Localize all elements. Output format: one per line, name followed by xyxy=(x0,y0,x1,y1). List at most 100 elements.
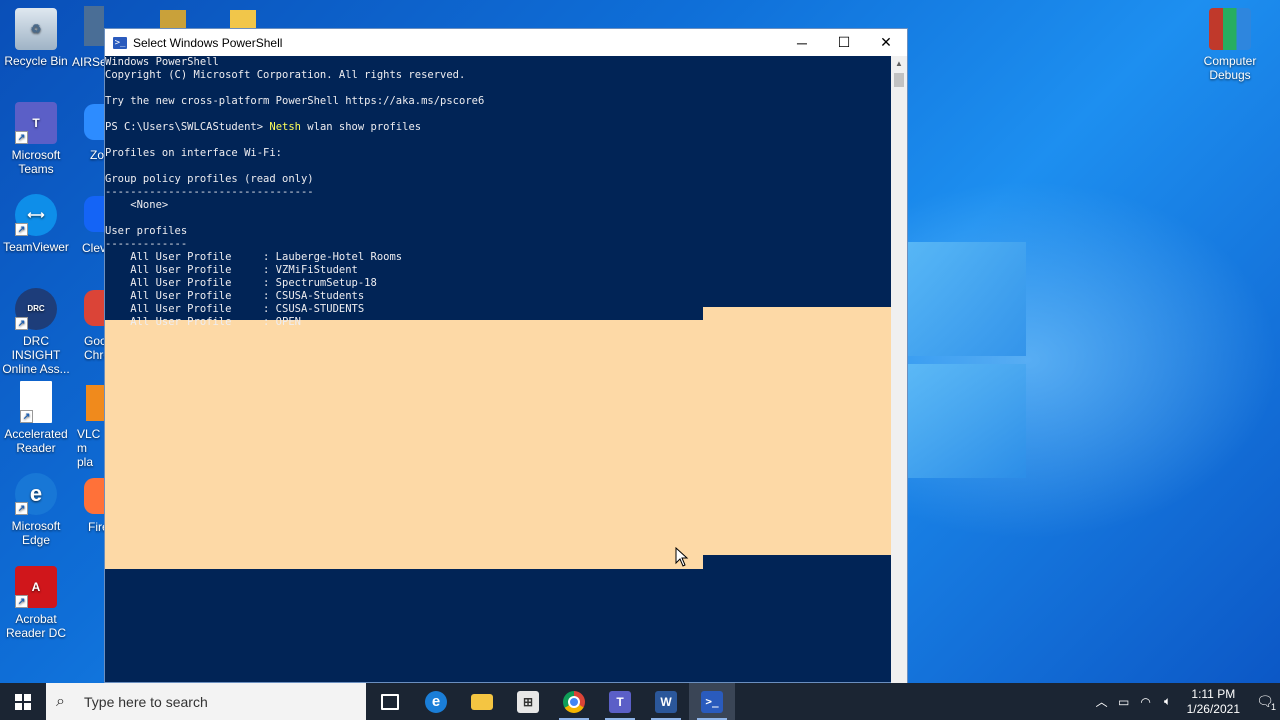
desktop-icon-microsoft-edge[interactable]: e ↗ Microsoft Edge xyxy=(0,473,72,547)
desktop-icon-computer-debugs[interactable]: Computer Debugs xyxy=(1194,8,1266,82)
desktop-icon-microsoft-teams[interactable]: T ↗ Microsoft Teams xyxy=(0,102,72,176)
volume-icon[interactable]: 🔈︎ xyxy=(1157,694,1179,709)
taskbar-file-explorer[interactable] xyxy=(459,683,505,720)
console-line: All User Profile : CSUSA-STUDENTS xyxy=(105,303,365,315)
console-line: All User Profile : OPEN xyxy=(105,316,301,328)
vertical-scrollbar[interactable]: ▲ xyxy=(891,56,907,683)
edge-icon: e ↗ xyxy=(15,473,57,515)
maximize-button[interactable]: ☐ xyxy=(823,29,865,56)
edge-icon: e xyxy=(425,690,447,713)
console-prompt: PS C:\Users\SWLCAStudent> xyxy=(105,121,270,133)
console-line: All User Profile : Lauberge-Hotel Rooms xyxy=(105,251,403,263)
taskbar-clock[interactable]: 1:11 PM 1/26/2021 xyxy=(1187,687,1240,717)
wifi-icon[interactable]: ◠ xyxy=(1135,695,1157,709)
notification-count: 1 xyxy=(1270,702,1276,712)
taskbar-teams[interactable]: T xyxy=(597,683,643,720)
show-hidden-icons-chevron-icon[interactable]: ︿ xyxy=(1091,693,1113,710)
shortcut-arrow-icon: ↗ xyxy=(15,595,28,608)
desktop-icon-label: Acrobat Reader DC xyxy=(5,612,67,640)
search-input[interactable] xyxy=(82,692,356,711)
wallpaper-logo-pane xyxy=(908,242,1026,356)
desktop-icon-zoom-partial[interactable] xyxy=(84,104,104,140)
scrollbar-thumb[interactable] xyxy=(894,73,904,87)
console-line: User profiles xyxy=(105,225,188,237)
desktop-icon-label: TeamViewer xyxy=(3,240,69,254)
desktop-icon-acrobat-reader[interactable]: A ↗ Acrobat Reader DC xyxy=(0,566,72,640)
shortcut-arrow-icon: ↗ xyxy=(15,317,28,330)
shortcut-arrow-icon: ↗ xyxy=(15,131,28,144)
console-output[interactable]: Windows PowerShell Copyright (C) Microsof… xyxy=(105,56,892,683)
document-icon: ↗ xyxy=(20,381,52,423)
action-center-button[interactable]: 🗨︎ 1 xyxy=(1250,693,1280,712)
desktop-icon-label: DRC INSIGHT Online Ass... xyxy=(2,334,70,376)
start-button[interactable] xyxy=(0,683,46,720)
desktop-icon-label: Recycle Bin xyxy=(4,54,68,68)
taskbar-microsoft-store[interactable]: ⊞ xyxy=(505,683,551,720)
shortcut-arrow-icon: ↗ xyxy=(15,223,28,236)
desktop-icon-airsecure-partial[interactable] xyxy=(84,6,104,46)
console-line: --------------------------------- xyxy=(105,186,314,198)
desktop-icon-label: Microsoft Teams xyxy=(11,148,61,176)
taskbar-edge[interactable]: e xyxy=(413,683,459,720)
desktop-icon-firefox-partial[interactable] xyxy=(84,478,104,514)
desktop-icon-clever-partial[interactable] xyxy=(84,196,104,232)
console-line: All User Profile : VZMiFiStudent xyxy=(105,264,358,276)
system-tray: ︿ ▭ ◠ 🔈︎ 1:11 PM 1/26/2021 🗨︎ 1 xyxy=(1091,683,1280,720)
console-line: All User Profile : CSUSA-Students xyxy=(105,290,365,302)
taskbar-powershell[interactable]: >_ xyxy=(689,683,735,720)
desktop-icon-label: Clev xyxy=(82,241,107,255)
desktop-icon-label: Microsoft Edge xyxy=(11,519,61,547)
console-line: Try the new cross-platform PowerShell ht… xyxy=(105,95,485,107)
taskbar: ⌕ e ⊞ T W >_ ︿ ▭ ◠ 🔈︎ 1:11 PM 1/26/2021 … xyxy=(0,683,1280,720)
windows-logo-icon xyxy=(15,693,31,710)
shortcut-arrow-icon: ↗ xyxy=(20,410,33,423)
winrar-icon xyxy=(1209,8,1251,50)
text-selection-highlight xyxy=(703,307,892,555)
desktop-icon-label: Goo Chro xyxy=(84,334,104,362)
console-line: All User Profile : SpectrumSetup-18 xyxy=(105,277,377,289)
taskbar-search-box[interactable]: ⌕ xyxy=(46,683,366,720)
desktop-icon-vlc-partial[interactable] xyxy=(86,385,104,421)
word-icon: W xyxy=(655,690,677,713)
desktop-icon-label: VLC m pla xyxy=(77,427,101,469)
console-line: Profiles on interface Wi-Fi: xyxy=(105,147,283,159)
console-lines: Windows PowerShell Copyright (C) Microsof… xyxy=(105,56,484,329)
powershell-icon: >_ xyxy=(701,690,723,713)
drc-insight-icon: DRC ↗ xyxy=(15,288,57,330)
desktop-icon-label: Computer Debugs xyxy=(1203,54,1257,82)
desktop-icon-folder-partial[interactable] xyxy=(160,10,186,28)
clock-date: 1/26/2021 xyxy=(1186,701,1240,716)
minimize-button[interactable]: ─ xyxy=(781,29,823,56)
desktop-icon-drc-insight[interactable]: DRC ↗ DRC INSIGHT Online Ass... xyxy=(0,288,72,376)
console-line: Group policy profiles (read only) xyxy=(105,173,314,185)
wallpaper-glow xyxy=(860,180,1280,540)
teams-icon: T xyxy=(609,690,631,713)
wallpaper-logo-pane xyxy=(908,364,1026,478)
scroll-up-arrow-icon[interactable]: ▲ xyxy=(891,56,907,72)
taskbar-task-view[interactable] xyxy=(367,683,413,720)
window-title: Select Windows PowerShell xyxy=(133,35,283,50)
desktop-icon-accelerated-reader[interactable]: ↗ Accelerated Reader xyxy=(0,381,72,455)
desktop-icon-teamviewer[interactable]: ⟷ ↗ TeamViewer xyxy=(0,194,72,254)
desktop-icon-folder-partial[interactable] xyxy=(230,10,256,28)
powershell-window[interactable]: >_ Select Windows PowerShell ─ ☐ ✕ Windo… xyxy=(104,28,908,683)
window-titlebar[interactable]: >_ Select Windows PowerShell ─ ☐ ✕ xyxy=(105,29,907,56)
console-command-args: wlan show profiles xyxy=(300,121,422,133)
desktop-icon-recycle-bin[interactable]: ♻ Recycle Bin xyxy=(0,8,72,68)
desktop-icon-label: Zo xyxy=(90,148,105,162)
desktop-icon-chrome-partial[interactable] xyxy=(84,290,104,326)
teams-icon: T ↗ xyxy=(15,102,57,144)
console-line: ------------- xyxy=(105,238,188,250)
taskbar-chrome[interactable] xyxy=(551,683,597,720)
close-button[interactable]: ✕ xyxy=(865,29,907,56)
taskbar-word[interactable]: W xyxy=(643,683,689,720)
console-line: PS C:\Users\SWLCAStudent> Netsh wlan sho… xyxy=(105,121,484,134)
mouse-cursor-icon xyxy=(675,547,689,567)
battery-icon[interactable]: ▭ xyxy=(1113,695,1135,709)
text-selection-highlight xyxy=(105,320,703,569)
